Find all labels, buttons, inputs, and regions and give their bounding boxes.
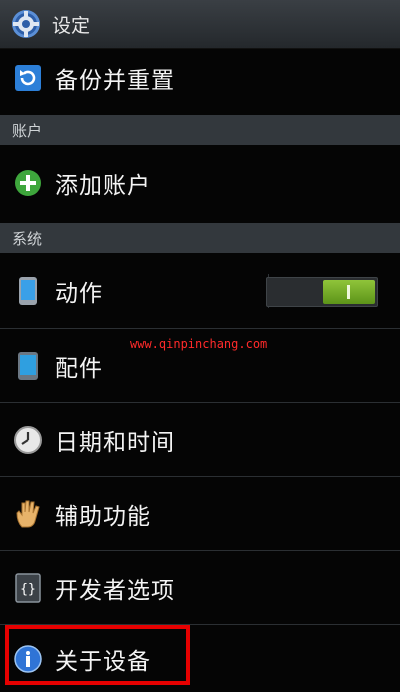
section-header-label: 账户 bbox=[12, 121, 43, 140]
hand-icon bbox=[13, 499, 43, 529]
svg-text:{}: {} bbox=[20, 582, 36, 597]
settings-item-backup-reset[interactable]: 备份并重置 bbox=[0, 50, 400, 106]
clock-icon bbox=[13, 425, 43, 455]
phone-icon bbox=[13, 276, 43, 306]
highlight-box bbox=[5, 625, 190, 685]
settings-item-label: 辅助功能 bbox=[55, 503, 151, 530]
settings-item-label: 添加账户 bbox=[55, 173, 151, 199]
section-header-system: 系统 bbox=[0, 223, 400, 253]
section-header-accounts: 账户 bbox=[0, 115, 400, 145]
settings-item-date-time[interactable]: 日期和时间 bbox=[0, 403, 400, 476]
toggle-on-mark bbox=[347, 285, 350, 299]
settings-item-label: 开发者选项 bbox=[55, 577, 175, 604]
toggle-knob[interactable] bbox=[323, 280, 375, 304]
page-title: 设定 bbox=[52, 14, 91, 37]
settings-item-accessory[interactable]: 配件 bbox=[0, 329, 400, 402]
settings-item-label: 日期和时间 bbox=[55, 429, 175, 456]
settings-item-label: 配件 bbox=[55, 355, 103, 382]
settings-item-label: 备份并重置 bbox=[55, 68, 175, 94]
motion-toggle[interactable] bbox=[266, 277, 378, 307]
settings-item-accessibility[interactable]: 辅助功能 bbox=[0, 477, 400, 550]
restore-icon bbox=[13, 63, 43, 93]
add-icon bbox=[13, 168, 43, 198]
tablet-icon bbox=[13, 351, 43, 381]
settings-item-label: 动作 bbox=[55, 281, 103, 307]
developer-braces-icon: {} bbox=[13, 572, 43, 603]
settings-item-motion[interactable]: 动作 bbox=[0, 254, 400, 328]
settings-item-add-account[interactable]: 添加账户 bbox=[0, 146, 400, 220]
settings-item-developer-options[interactable]: {} 开发者选项 bbox=[0, 551, 400, 624]
app-bar: 设定 bbox=[0, 0, 400, 49]
gear-icon[interactable] bbox=[10, 8, 42, 40]
section-header-label: 系统 bbox=[12, 229, 43, 248]
